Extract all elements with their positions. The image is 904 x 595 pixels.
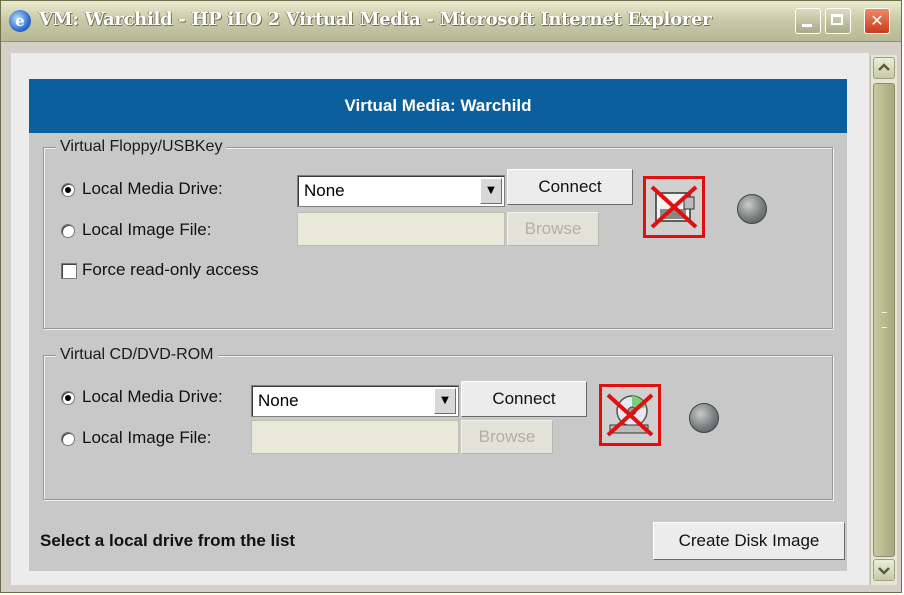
chevron-down-icon: ▼ (480, 178, 502, 204)
vertical-scrollbar[interactable] (870, 55, 897, 585)
floppy-drive-select[interactable]: None ▼ (297, 175, 505, 207)
cdrom-local-media-label: Local Media Drive: (82, 387, 223, 406)
cdrom-group-legend: Virtual CD/DVD-ROM (56, 346, 218, 364)
close-button[interactable]: ✕ (864, 8, 890, 34)
cdrom-connect-button[interactable]: Connect (461, 381, 587, 417)
page-title: Virtual Media: Warchild (29, 79, 847, 133)
chevron-up-icon (878, 63, 890, 71)
floppy-connect-button[interactable]: Connect (507, 169, 633, 205)
cdrom-local-image-label: Local Image File: (82, 428, 212, 447)
floppy-group-legend: Virtual Floppy/USBKey (56, 138, 227, 156)
floppy-status-button[interactable] (643, 176, 705, 238)
floppy-group: Virtual Floppy/USBKey Local Media Drive:… (43, 138, 833, 329)
internet-explorer-icon: e (9, 10, 31, 32)
floppy-browse-button[interactable]: Browse (507, 212, 599, 246)
scroll-down-button[interactable] (873, 559, 895, 581)
floppy-local-media-label: Local Media Drive: (82, 179, 223, 198)
maximize-icon (831, 14, 843, 25)
cdrom-status-button[interactable] (599, 384, 661, 446)
cdrom-local-image-radio[interactable] (61, 432, 75, 446)
cdrom-local-media-radio[interactable] (61, 391, 75, 405)
force-readonly-checkbox[interactable] (61, 263, 77, 279)
floppy-image-path-field[interactable] (297, 212, 505, 246)
create-disk-image-button[interactable]: Create Disk Image (653, 522, 845, 560)
cdrom-browse-button[interactable]: Browse (461, 420, 553, 454)
floppy-drive-value: None (304, 181, 345, 200)
maximize-button[interactable] (825, 8, 851, 34)
floppy-disconnected-icon (650, 185, 698, 229)
scroll-grip (882, 312, 887, 328)
cdrom-drive-value: None (258, 391, 299, 410)
chevron-down-icon: ▼ (434, 388, 456, 414)
ie-window: e VM: Warchild - HP iLO 2 Virtual Media … (0, 0, 902, 593)
status-message: Select a local drive from the list (40, 531, 296, 550)
floppy-local-image-label: Local Image File: (82, 220, 212, 239)
force-readonly-label: Force read-only access (82, 260, 259, 279)
window-title: VM: Warchild - HP iLO 2 Virtual Media - … (39, 9, 712, 30)
minimize-button[interactable] (795, 8, 821, 34)
scrollbar-thumb[interactable] (873, 83, 895, 557)
virtual-media-panel: Virtual Media: Warchild Virtual Floppy/U… (29, 79, 847, 571)
chevron-down-icon (878, 567, 890, 575)
cdrom-group: Virtual CD/DVD-ROM Local Media Drive: No… (43, 346, 833, 500)
minimize-icon (802, 24, 812, 27)
cdrom-drive-select[interactable]: None ▼ (251, 385, 459, 417)
floppy-local-image-radio[interactable] (61, 224, 75, 238)
title-bar[interactable]: e VM: Warchild - HP iLO 2 Virtual Media … (1, 1, 901, 42)
cdrom-image-path-field[interactable] (251, 420, 459, 454)
floppy-connection-led-icon (737, 194, 767, 224)
close-icon: ✕ (870, 11, 884, 30)
cd-disconnected-icon (606, 393, 654, 437)
cdrom-connection-led-icon (689, 403, 719, 433)
scroll-up-button[interactable] (873, 57, 895, 79)
floppy-local-media-radio[interactable] (61, 183, 75, 197)
